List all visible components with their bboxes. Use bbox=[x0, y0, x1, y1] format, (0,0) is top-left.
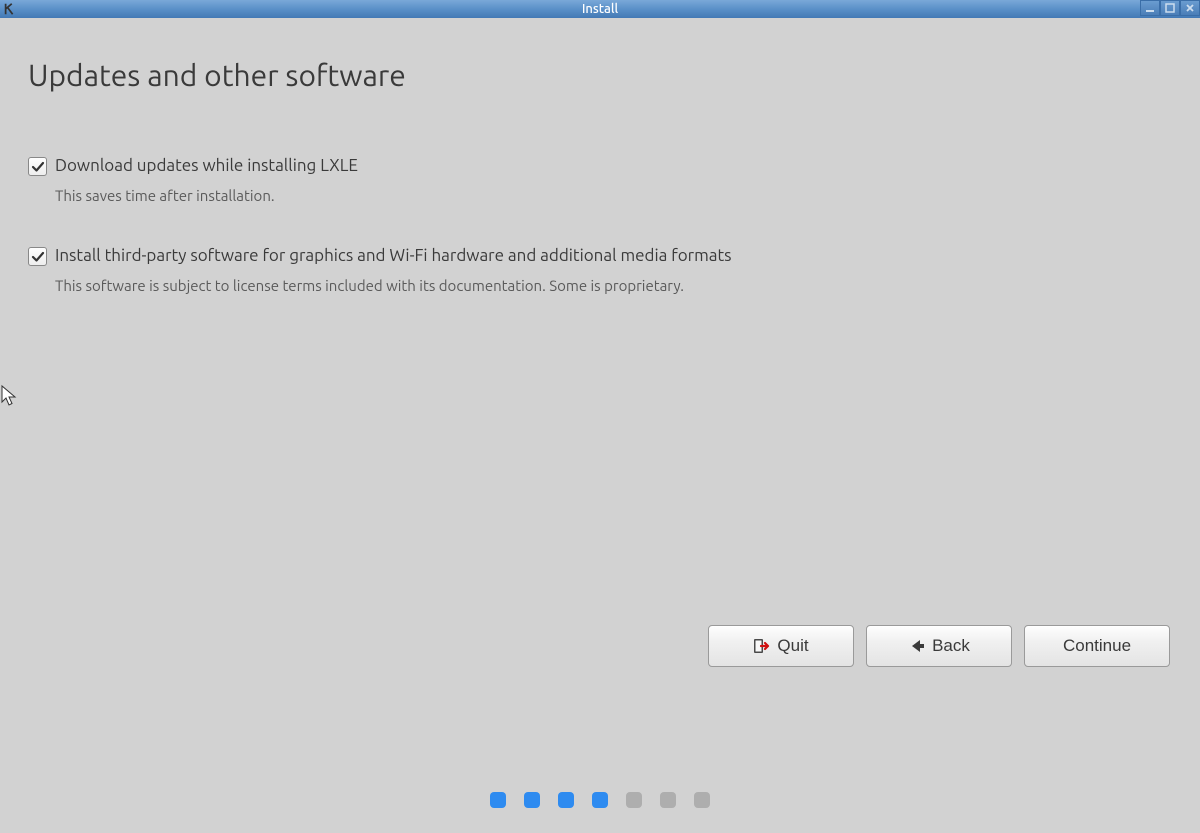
option-label[interactable]: Install third-party software for graphic… bbox=[55, 246, 732, 265]
quit-button-label: Quit bbox=[777, 636, 808, 656]
checkbox-third-party[interactable] bbox=[28, 247, 47, 266]
option-label[interactable]: Download updates while installing LXLE bbox=[55, 156, 358, 175]
window-title: Install bbox=[582, 2, 618, 16]
back-arrow-icon bbox=[908, 637, 926, 655]
progress-dot bbox=[592, 792, 608, 808]
close-button[interactable] bbox=[1180, 0, 1200, 16]
progress-dot bbox=[660, 792, 676, 808]
mouse-cursor-icon bbox=[0, 384, 18, 412]
maximize-button[interactable] bbox=[1160, 0, 1180, 16]
titlebar-buttons bbox=[1140, 0, 1200, 18]
progress-dot bbox=[524, 792, 540, 808]
progress-dot bbox=[626, 792, 642, 808]
progress-dot bbox=[694, 792, 710, 808]
option-text: Install third-party software for graphic… bbox=[55, 246, 732, 294]
page-title: Updates and other software bbox=[28, 58, 1172, 92]
option-text: Download updates while installing LXLE T… bbox=[55, 156, 358, 204]
option-download-updates: Download updates while installing LXLE T… bbox=[28, 156, 1172, 204]
progress-indicator bbox=[490, 792, 710, 808]
option-description: This saves time after installation. bbox=[55, 187, 358, 204]
option-third-party: Install third-party software for graphic… bbox=[28, 246, 1172, 294]
continue-button[interactable]: Continue bbox=[1024, 625, 1170, 667]
quit-button[interactable]: Quit bbox=[708, 625, 854, 667]
option-description: This software is subject to license term… bbox=[55, 277, 732, 294]
window-titlebar: Install bbox=[0, 0, 1200, 18]
progress-dot bbox=[490, 792, 506, 808]
check-icon bbox=[31, 250, 45, 264]
main-content: Updates and other software Download upda… bbox=[0, 18, 1200, 294]
navigation-buttons: Quit Back Continue bbox=[708, 625, 1170, 667]
checkbox-download-updates[interactable] bbox=[28, 157, 47, 176]
minimize-button[interactable] bbox=[1140, 0, 1160, 16]
quit-icon bbox=[753, 637, 771, 655]
titlebar-left bbox=[2, 0, 18, 18]
progress-dot bbox=[558, 792, 574, 808]
back-button-label: Back bbox=[932, 636, 970, 656]
app-icon bbox=[2, 1, 18, 17]
continue-button-label: Continue bbox=[1063, 636, 1131, 656]
check-icon bbox=[31, 160, 45, 174]
back-button[interactable]: Back bbox=[866, 625, 1012, 667]
